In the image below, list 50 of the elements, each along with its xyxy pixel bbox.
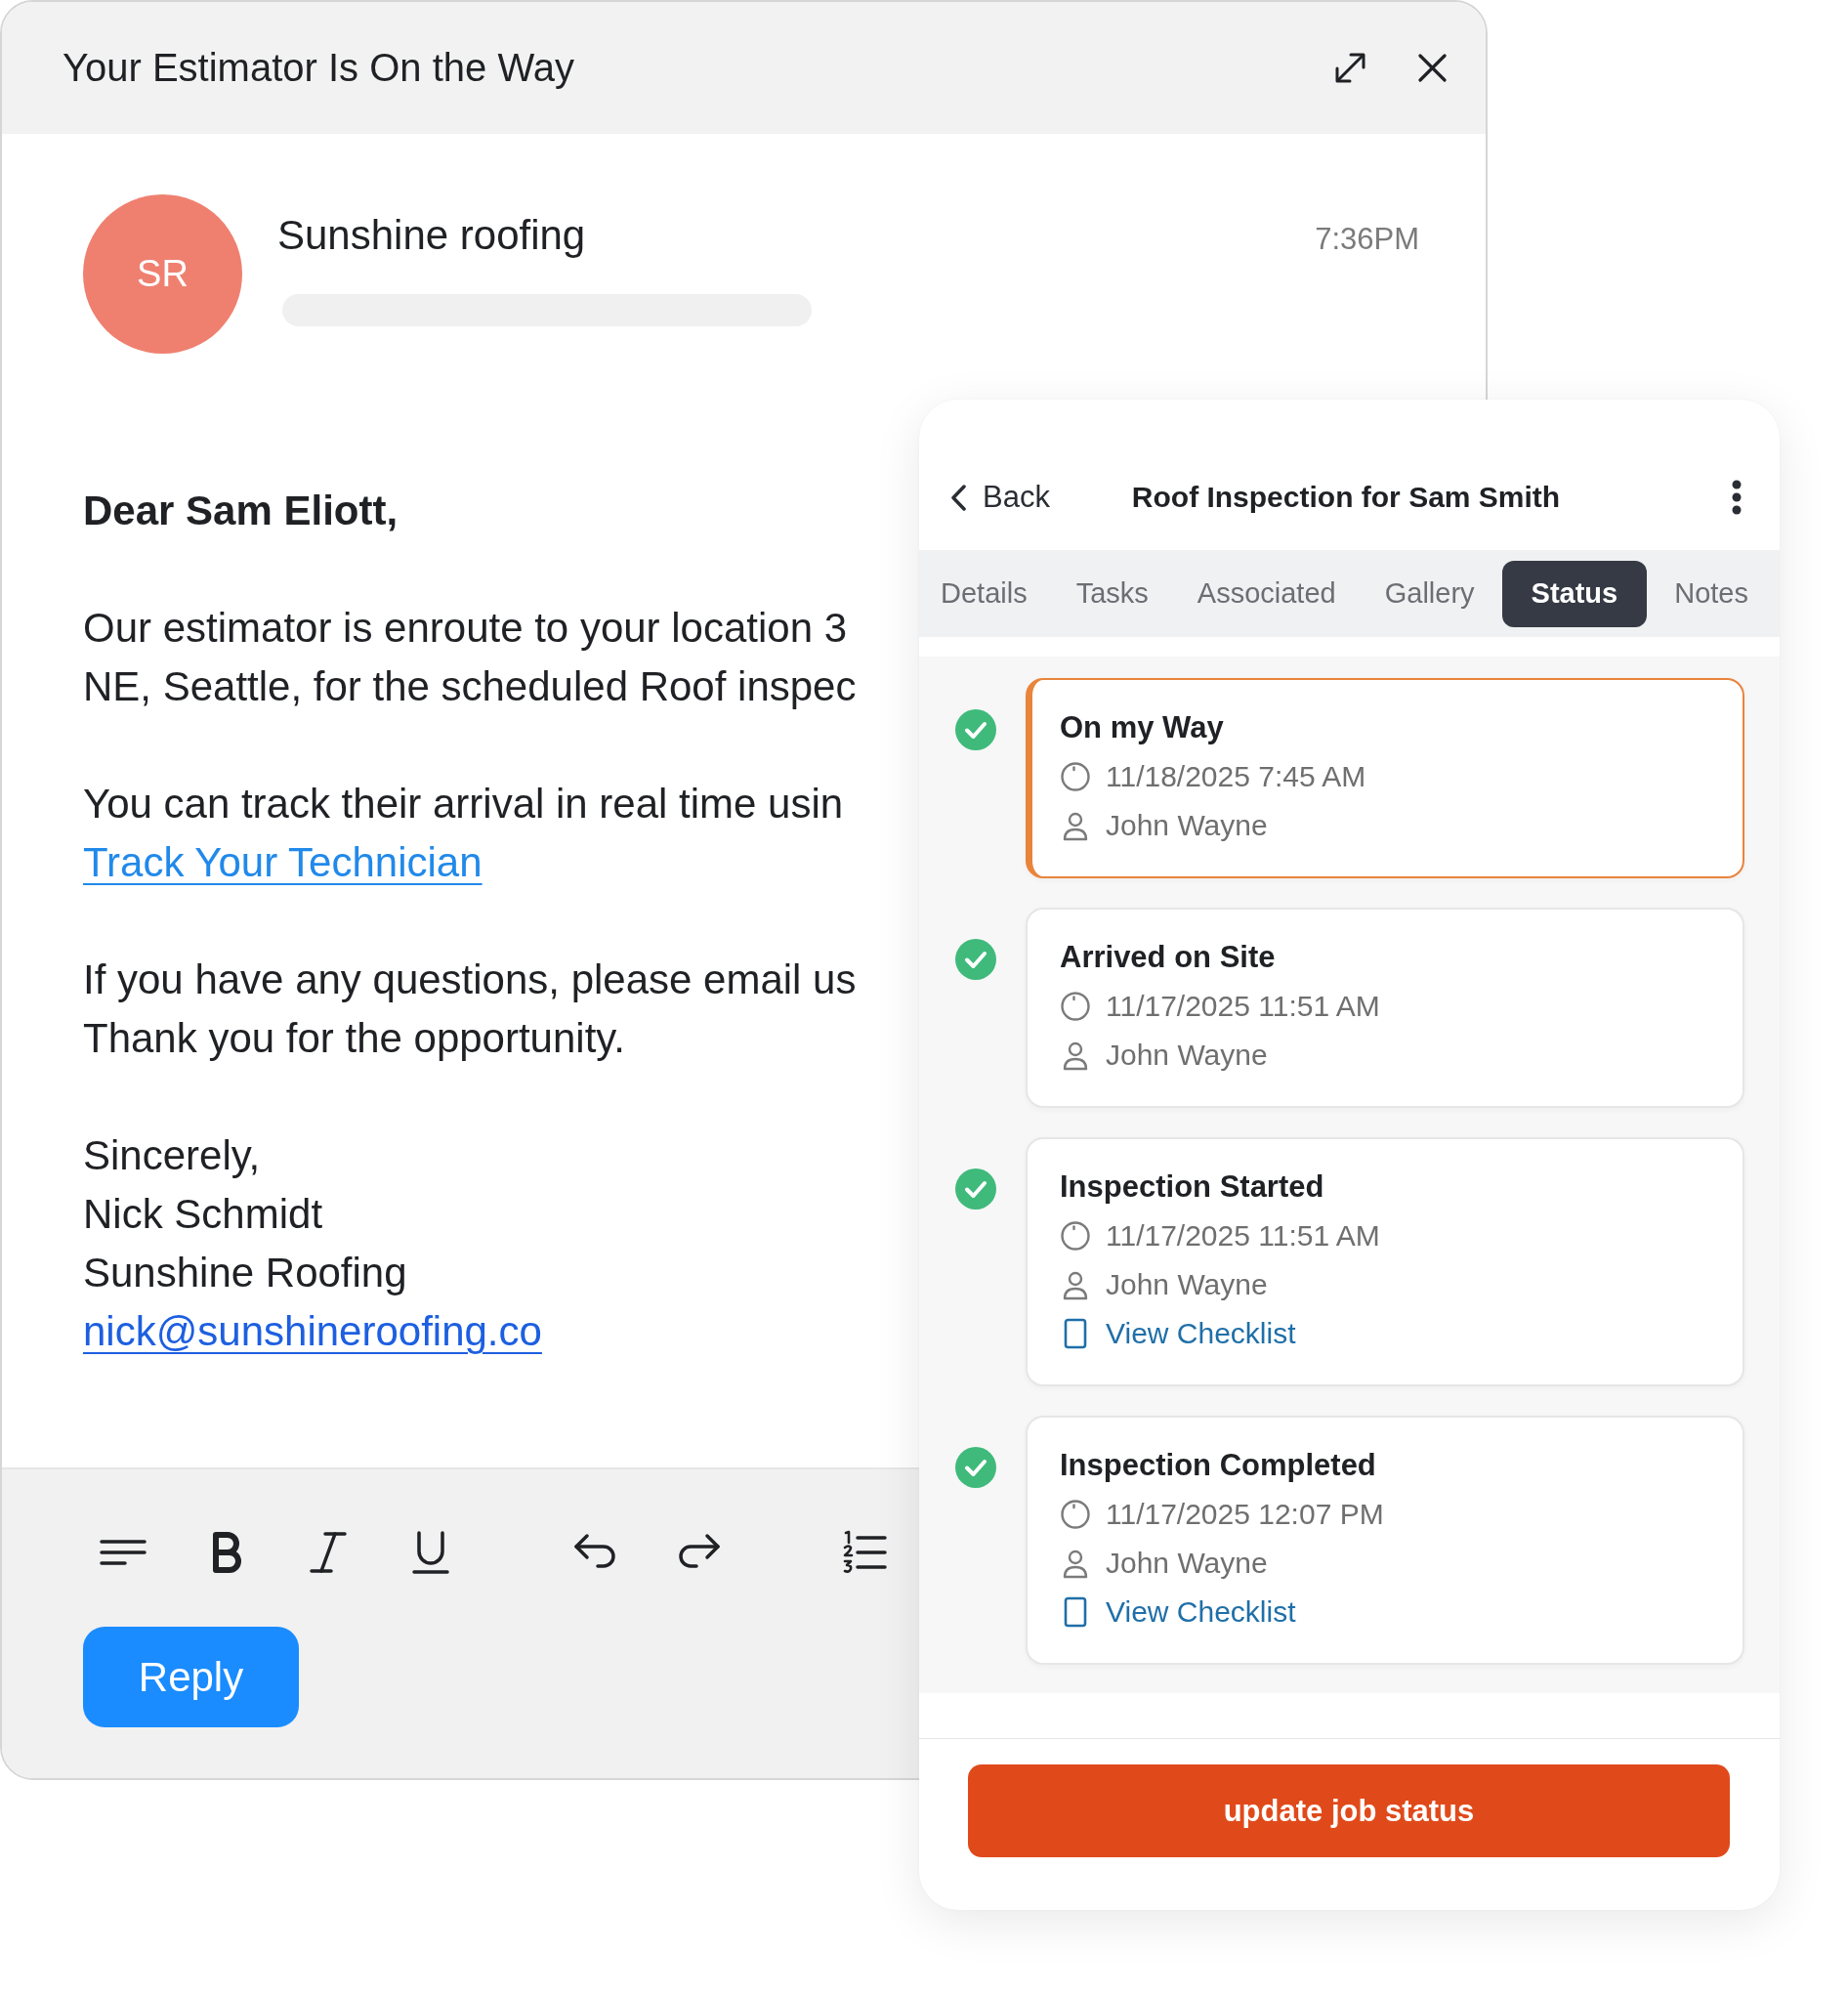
assignee-name: John Wayne — [1106, 1547, 1268, 1580]
reply-button[interactable]: Reply — [83, 1627, 299, 1727]
status-card[interactable]: Inspection Started 11/17/2025 11:51 AM John Wayne View Checklist — [1026, 1137, 1744, 1386]
sent-time: 7:36PM — [1315, 222, 1419, 257]
body-text: Sincerely, — [83, 1131, 261, 1180]
email-link[interactable]: nick@sunshineroofing.co — [83, 1302, 542, 1361]
assignee-name: John Wayne — [1106, 1268, 1268, 1301]
clock-icon — [1060, 1499, 1091, 1530]
body-text: Sunshine Roofing — [83, 1249, 407, 1297]
assignee-name: John Wayne — [1106, 1039, 1268, 1072]
view-checklist-link[interactable]: View Checklist — [1060, 1309, 1296, 1358]
status-title: Inspection Started — [1060, 1168, 1324, 1206]
update-status-button[interactable]: update job status — [968, 1764, 1730, 1857]
view-checklist-link[interactable]: View Checklist — [1060, 1588, 1296, 1636]
more-options-icon[interactable] — [1732, 480, 1742, 515]
close-icon[interactable] — [1418, 54, 1447, 82]
body-text: Our estimator is enroute to your location 3 — [83, 604, 848, 653]
status-date: 11/18/2025 7:45 AM — [1106, 760, 1366, 793]
body-text: NE, Seattle, for the scheduled Roof inspec — [83, 662, 857, 711]
body-text: You can track their arrival in real time usin — [83, 780, 844, 828]
status-title: On my Way — [1060, 709, 1224, 746]
body-text: If you have any questions, please email us — [83, 956, 857, 1004]
status-date: 11/17/2025 12:07 PM — [1106, 1498, 1384, 1531]
clock-icon — [1060, 1220, 1091, 1252]
status-date: 11/17/2025 11:51 AM — [1106, 990, 1380, 1023]
avatar: SR — [83, 194, 242, 354]
greeting-text: Dear Sam Eliott, — [83, 487, 399, 535]
status-title: Arrived on Site — [1060, 939, 1276, 976]
tracking-link[interactable]: Track Your Technician — [83, 833, 483, 892]
tab[interactable]: Associated — [1175, 560, 1358, 627]
status-card[interactable]: Inspection Completed 11/17/2025 12:07 PM John Wayne View Checklist — [1026, 1416, 1744, 1665]
back-button[interactable]: Back — [950, 480, 1050, 515]
status-title: Inspection Completed — [1060, 1447, 1376, 1484]
status-card[interactable]: On my Way 11/18/2025 7:45 AM John Wayne — [1026, 678, 1744, 878]
clock-icon — [1060, 991, 1091, 1022]
body-text: Nick Schmidt — [83, 1190, 323, 1239]
sender-name: Sunshine roofing — [277, 211, 586, 260]
tab[interactable]: Details — [919, 560, 1049, 627]
window-title: Your Estimator Is On the Way — [63, 46, 575, 90]
chevron-left-icon — [950, 484, 967, 511]
job-title: Roof Inspection for Sam Smith — [1131, 481, 1561, 514]
tab[interactable]: Status — [1501, 560, 1648, 627]
body-text: Thank you for the opportunity. — [83, 1014, 625, 1063]
assignee-name: John Wayne — [1106, 809, 1268, 842]
tab[interactable]: Notes — [1653, 560, 1770, 627]
status-date: 11/17/2025 11:51 AM — [1106, 1219, 1380, 1253]
clock-icon — [1060, 761, 1091, 792]
tab[interactable]: Tasks — [1054, 560, 1170, 627]
tab[interactable]: Gallery — [1363, 560, 1496, 627]
status-card[interactable]: Arrived on Site 11/17/2025 11:51 AM John Wayne — [1026, 908, 1744, 1108]
